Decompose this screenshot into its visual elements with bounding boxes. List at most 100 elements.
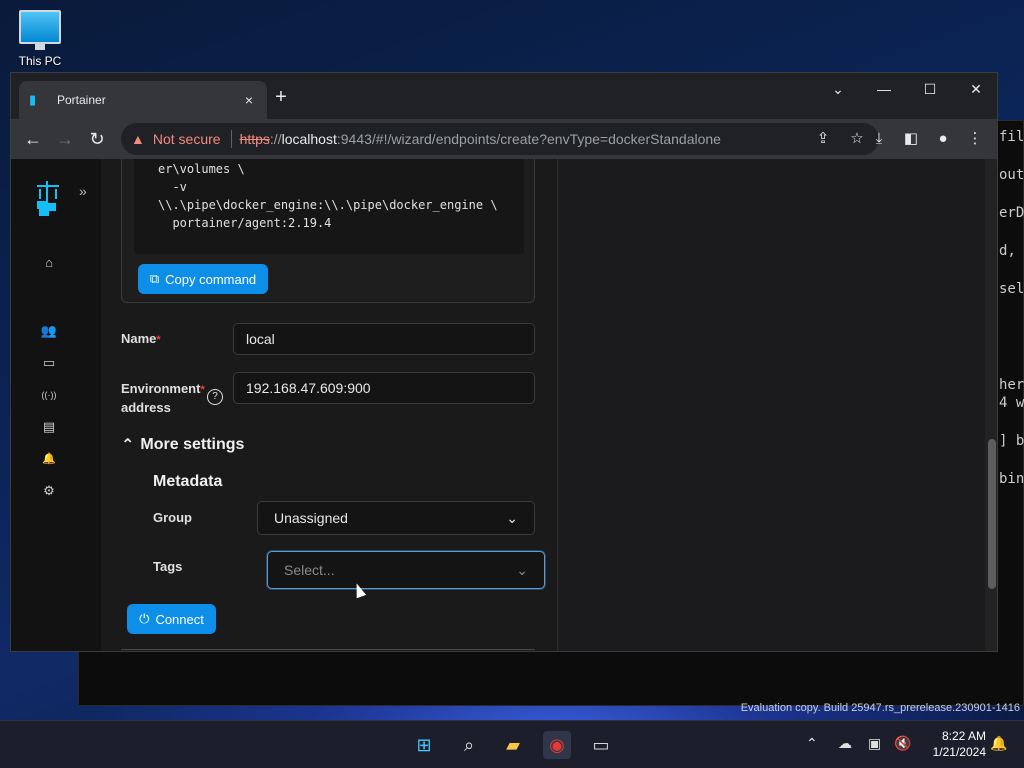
copy-command-label: Copy command	[165, 271, 257, 287]
portainer-sidebar: » ⌂ 👥 ▭ ((·)) ▤ 🔔 ⚙	[11, 159, 101, 651]
minimize-button[interactable]: —	[861, 77, 907, 101]
terminal-line: bin	[999, 471, 1024, 487]
search-icon[interactable]: ⌕	[455, 731, 483, 759]
plug-icon: ⏻	[139, 611, 150, 626]
network-icon[interactable]: ▣	[868, 735, 881, 752]
connect-label: Connect	[155, 611, 204, 627]
environment-label-line2: address	[121, 400, 171, 415]
new-tab-button[interactable]: +	[271, 87, 291, 107]
monitor-icon	[19, 10, 61, 50]
more-settings-toggle[interactable]: ⌃ More settings	[121, 435, 244, 455]
volume-muted-icon[interactable]: 🔇	[894, 735, 911, 752]
browser-toolbar: ← → ↻ ▲ Not secure https :// localhost :…	[11, 119, 997, 159]
url-path: :9443/#!/wizard/endpoints/create?envType…	[336, 131, 721, 147]
terminal-line: her	[999, 377, 1024, 393]
docker-command-code: er\volumes \ -v \\.\pipe\docker_engine:\…	[134, 159, 524, 254]
url-scheme: https	[239, 131, 270, 147]
help-icon[interactable]: ?	[207, 389, 223, 405]
page-scrollbar[interactable]	[985, 159, 997, 651]
terminal-line: out	[999, 167, 1024, 183]
chevron-down-icon: ⌄	[506, 509, 518, 526]
clock-time: 8:22 AM	[941, 729, 986, 743]
page-empty-area	[557, 159, 997, 651]
show-hidden-icons-icon[interactable]: ⌃	[806, 735, 818, 752]
storage-icon[interactable]: ▭	[39, 353, 59, 373]
file-explorer-icon[interactable]: ▰	[499, 731, 527, 759]
warning-icon: ▲	[131, 131, 145, 147]
chevron-up-icon: ⌃	[121, 437, 135, 454]
forward-icon[interactable]: →	[53, 127, 77, 151]
connect-button[interactable]: ⏻ Connect	[127, 604, 216, 634]
notifications-icon[interactable]: 🔔	[39, 449, 59, 469]
share-icon[interactable]: ⇪	[813, 127, 833, 151]
notification-bell-icon[interactable]: 🔔	[990, 735, 1007, 752]
copy-command-button[interactable]: ⧉ Copy command	[138, 264, 268, 294]
toolbar-actions: ⤓ ◧ ● ⋮	[869, 127, 985, 151]
browser-window: ▮ Portainer × + ⌄ — ☐ ✕ ← → ↻ ▲ Not secu…	[10, 72, 998, 652]
terminal-line: erDl	[999, 205, 1024, 221]
profile-icon[interactable]: ●	[933, 127, 953, 151]
users-icon[interactable]: 👥	[39, 321, 59, 341]
logs-icon[interactable]: ▤	[39, 417, 59, 437]
start-windows-icon[interactable]: ⊞	[410, 731, 438, 759]
tab-title: Portainer	[57, 93, 106, 107]
environment-label-line1: Environment*	[121, 380, 205, 399]
tags-label: Tags	[153, 559, 183, 574]
home-icon[interactable]: ⌂	[39, 253, 59, 273]
tab-search-icon[interactable]: ⌄	[815, 77, 861, 101]
settings-icon[interactable]: ⚙	[39, 481, 59, 501]
environment-label-text: Environment	[121, 381, 201, 396]
copy-icon: ⧉	[149, 271, 160, 286]
close-window-button[interactable]: ✕	[953, 77, 997, 101]
terminal-icon[interactable]: ▭	[587, 731, 615, 759]
command-panel: er\volumes \ -v \\.\pipe\docker_engine:\…	[121, 159, 535, 303]
system-clock[interactable]: 8:22 AM 1/21/2024	[920, 728, 986, 760]
name-label-text: Name	[121, 331, 157, 346]
terminal-line: ] bi	[999, 433, 1024, 449]
chevron-down-icon: ⌄	[516, 561, 528, 578]
more-settings-label: More settings	[140, 436, 245, 453]
bookmark-star-icon[interactable]: ☆	[847, 127, 867, 151]
url-scheme-separator: ://	[269, 131, 282, 147]
terminal-line: d, g	[999, 243, 1024, 259]
name-input[interactable]: local	[233, 323, 535, 355]
environment-address-label: Environment* address	[121, 380, 205, 417]
tags-placeholder: Select...	[284, 562, 335, 578]
omnibox-separator	[230, 130, 232, 148]
name-label: Name*	[121, 331, 161, 346]
desktop-icon-this-pc[interactable]: This PC	[14, 10, 66, 68]
evaluation-watermark: Evaluation copy. Build 25947.rs_prerelea…	[740, 702, 1020, 714]
edge-icon[interactable]: ((·))	[39, 385, 59, 405]
tags-select[interactable]: Select... ⌄	[267, 551, 545, 589]
terminal-line: 4 we	[999, 395, 1024, 411]
required-mark: *	[156, 334, 161, 346]
portainer-logo-icon[interactable]	[35, 181, 61, 217]
page-scrollbar-thumb[interactable]	[988, 439, 996, 589]
portainer-favicon-icon: ▮	[29, 92, 37, 107]
tab-portainer[interactable]: ▮ Portainer ×	[19, 81, 267, 119]
desktop-icon-label: This PC	[18, 54, 62, 68]
required-mark: *	[200, 384, 205, 396]
wizard-form: er\volumes \ -v \\.\pipe\docker_engine:\…	[101, 159, 557, 651]
clock-date: 1/21/2024	[932, 745, 986, 759]
url-host: localhost	[281, 131, 337, 147]
group-label: Group	[153, 510, 192, 525]
close-tab-icon[interactable]: ×	[241, 92, 257, 108]
maximize-button[interactable]: ☐	[907, 77, 953, 101]
chrome-icon[interactable]: ◉	[543, 731, 571, 759]
not-secure-label[interactable]: Not secure	[153, 131, 221, 147]
reload-icon[interactable]: ↻	[85, 127, 109, 151]
menu-icon[interactable]: ⋮	[965, 127, 985, 151]
back-icon[interactable]: ←	[21, 127, 45, 151]
onedrive-icon[interactable]: ☁	[838, 735, 852, 752]
group-selected-value: Unassigned	[274, 510, 348, 526]
download-icon[interactable]: ⤓	[869, 127, 889, 151]
form-divider	[121, 649, 535, 650]
side-panel-icon[interactable]: ◧	[901, 127, 921, 151]
address-bar[interactable]: ▲ Not secure https :// localhost :9443/#…	[121, 123, 879, 155]
taskbar: ⊞ ⌕ ▰ ◉ ▭ ⌃ ☁ ▣ 🔇 8:22 AM 1/21/2024 🔔	[0, 720, 1024, 768]
metadata-title: Metadata	[153, 473, 223, 490]
expand-sidebar-icon[interactable]: »	[79, 183, 87, 199]
environment-address-input[interactable]: 192.168.47.609:900	[233, 372, 535, 404]
group-select[interactable]: Unassigned ⌄	[257, 501, 535, 535]
